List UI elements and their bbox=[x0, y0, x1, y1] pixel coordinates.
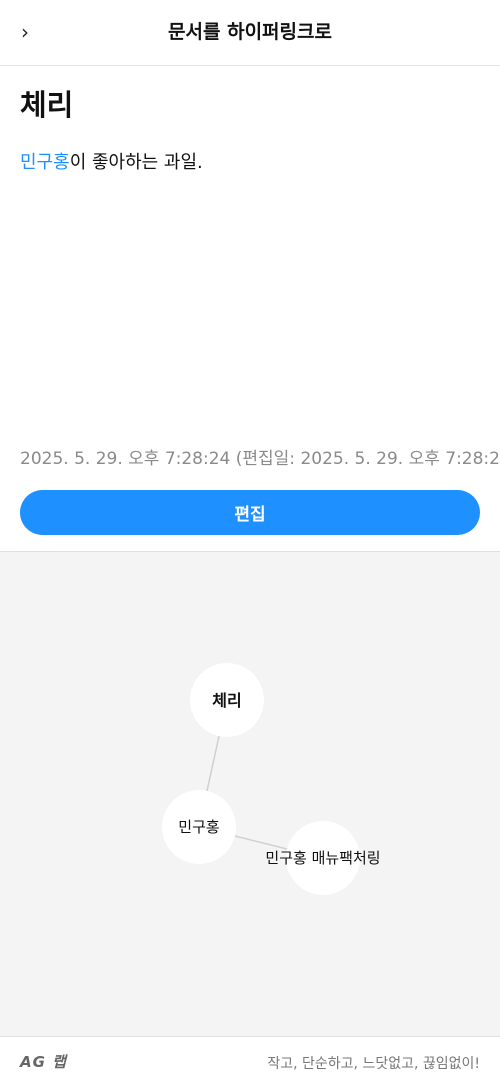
graph-node-mingu[interactable]: 민구홍 bbox=[162, 790, 236, 864]
edit-button[interactable]: 편집 bbox=[20, 490, 480, 535]
page-title: 문서를 하이퍼링크로 bbox=[168, 21, 332, 43]
document-body: 민구홍이 좋아하는 과일. bbox=[20, 148, 203, 174]
document-title: 체리 bbox=[20, 88, 74, 122]
graph-node-manual[interactable]: 민구홍 매뉴팩처링 bbox=[265, 821, 381, 895]
footer-logo[interactable]: AG 랩 bbox=[20, 1051, 67, 1072]
top-bar: › 문서를 하이퍼링크로 bbox=[0, 0, 500, 66]
document-body-text: 이 좋아하는 과일. bbox=[69, 152, 203, 173]
graph-node-label: 민구홍 bbox=[178, 818, 219, 836]
document-graph[interactable]: 체리 민구홍 민구홍 매뉴팩처링 bbox=[0, 551, 500, 1037]
document-link-mingu[interactable]: 민구홍 bbox=[20, 152, 70, 173]
document-timestamp: 2025. 5. 29. 오후 7:28:24 (편집일: 2025. 5. 2… bbox=[20, 449, 500, 469]
graph-node-label: 체리 bbox=[212, 691, 241, 710]
graph-canvas: 체리 민구홍 민구홍 매뉴팩처링 bbox=[162, 663, 381, 895]
footer-slogan: 작고, 단순하고, 느닷없고, 끊임없이! bbox=[267, 1056, 480, 1072]
footer: AG 랩 작고, 단순하고, 느닷없고, 끊임없이! bbox=[0, 1036, 500, 1088]
graph-node-cherry[interactable]: 체리 bbox=[190, 663, 264, 737]
graph-node-label: 민구홍 매뉴팩처링 bbox=[265, 849, 380, 867]
